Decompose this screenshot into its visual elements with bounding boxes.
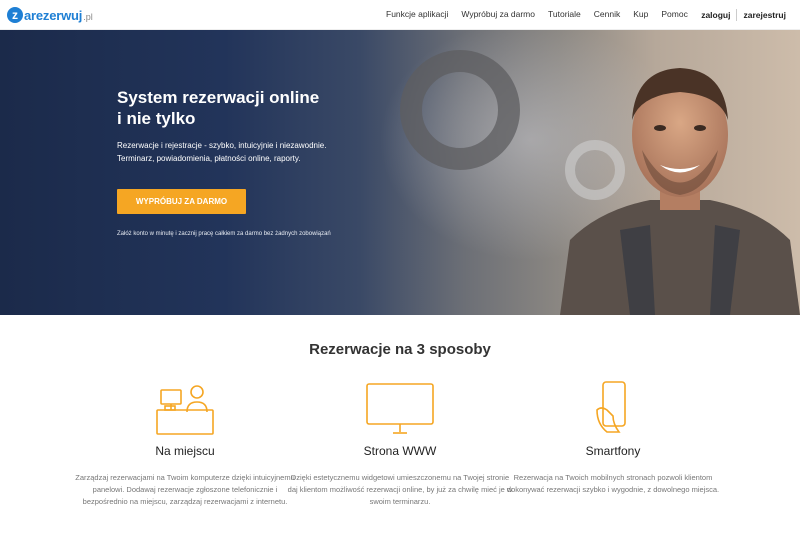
logo-tld: .pl [83,11,93,22]
menu-item-pomoc[interactable]: Pomoc [661,9,687,19]
try-free-button[interactable]: WYPRÓBUJ ZA DARMO [117,189,246,214]
feature-on-site: Na miejscu Zarządzaj rezerwacjami na Two… [70,380,300,508]
menu-item-wyprobuj[interactable]: Wypróbuj za darmo [461,9,535,19]
feature-on-site-text: Zarządzaj rezerwacjami na Twoim komputer… [75,473,295,506]
register-link[interactable]: zarejestruj [743,10,786,20]
hero-description-line1: Rezerwacje i rejestracje - szybko, intui… [117,141,327,150]
hero-title: System rezerwacji online i nie tylko [117,87,377,129]
feature-website: Strona WWW Dzięki estetycznemu widgetowi… [285,380,515,508]
smartphone-icon [498,380,728,440]
feature-smartphones-title: Smartfony [585,444,641,458]
hero-title-line2: i nie tylko [117,109,196,128]
auth-divider [736,9,738,21]
logo-mark: z [7,7,23,23]
main-menu: Funkcje aplikacji Wypróbuj za darmo Tuto… [386,9,701,19]
feature-on-site-title: Na miejscu [155,444,215,458]
menu-item-funkcje[interactable]: Funkcje aplikacji [386,9,448,19]
login-link[interactable]: zaloguj [701,10,730,20]
site-logo[interactable]: z arezerwuj .pl [7,7,93,23]
desk-reception-icon [70,380,300,440]
menu-item-cennik[interactable]: Cennik [594,9,620,19]
hero-description: Rezerwacje i rejestracje - szybko, intui… [117,139,417,165]
feature-smartphones-text: Rezerwacja na Twoich mobilnych stronach … [506,473,720,494]
menu-item-kup[interactable]: Kup [633,9,648,19]
hero-mechanic-photo [560,68,800,315]
hero-note: Załóż konto w minutę i zacznij pracę cał… [117,231,331,237]
feature-smartphones: Smartfony Rezerwacja na Twoich mobilnych… [498,380,728,496]
auth-links: zaloguj zarejestruj [701,9,786,21]
features-title: Rezerwacje na 3 sposoby [309,341,491,358]
logo-text: arezerwuj [24,7,83,23]
menu-item-tutoriale[interactable]: Tutoriale [548,9,581,19]
hero-background-tire [400,50,520,170]
top-navigation: z arezerwuj .pl Funkcje aplikacji Wyprób… [0,0,800,30]
hero-banner: System rezerwacji online i nie tylko Rez… [0,30,800,315]
monitor-icon [285,380,515,440]
feature-website-title: Strona WWW [363,444,437,458]
hero-description-line2: Terminarz, powiadomienia, płatności onli… [117,154,301,163]
feature-website-text: Dzięki estetycznemu widgetowi umieszczon… [287,473,513,506]
hero-title-line1: System rezerwacji online [117,88,320,107]
